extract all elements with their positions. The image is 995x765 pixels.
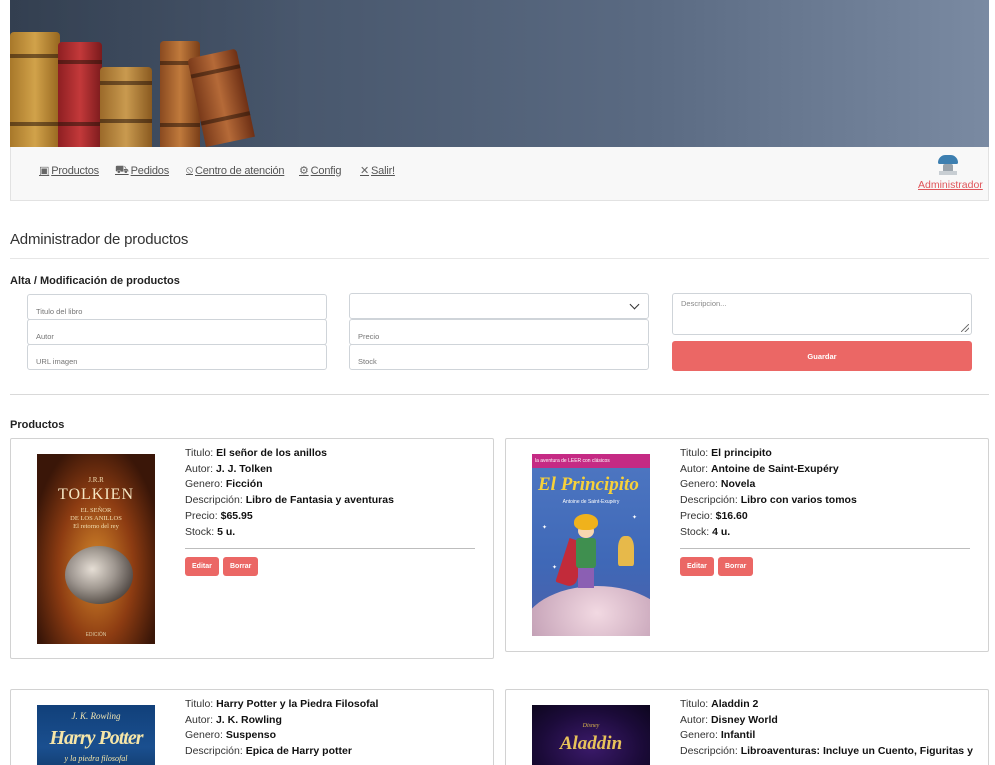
product-genre: Suspenso bbox=[225, 729, 277, 742]
product-cover-image: Disney Aladdin bbox=[532, 705, 650, 765]
card-divider bbox=[680, 548, 970, 549]
product-stock: 5 u. bbox=[217, 525, 236, 538]
resize-grip-icon[interactable] bbox=[961, 324, 969, 332]
page-title: Administrador de productos bbox=[10, 231, 189, 248]
genero-select[interactable] bbox=[349, 293, 649, 319]
titulo-input[interactable] bbox=[27, 294, 327, 320]
product-stock: 4 u. bbox=[712, 525, 731, 538]
product-cover-image: J.R.R TOLKIEN EL SEÑOR DE LOS ANILLOS El r… bbox=[37, 454, 155, 644]
book-icon: ▣ bbox=[39, 165, 50, 177]
product-cover-image: J. K. Rowling Harry Potter y la piedra f… bbox=[37, 705, 155, 765]
top-navbar: ▣ Productos ⛟ Pedidos ⦸ Centro de atenci… bbox=[10, 147, 989, 201]
product-card: J.R.R TOLKIEN EL SEÑOR DE LOS ANILLOS El r… bbox=[10, 438, 494, 659]
banner-book bbox=[100, 67, 152, 147]
cover-text: y la piedra filosofal bbox=[64, 754, 128, 763]
cover-text: Harry Potter bbox=[49, 727, 144, 749]
product-info: Titulo: El principito Autor: Antoine de … bbox=[680, 447, 857, 538]
product-description: Epica de Harry potter bbox=[245, 745, 352, 758]
descripcion-textarea[interactable]: Descripcion... bbox=[672, 293, 972, 335]
product-genre: Novela bbox=[720, 478, 756, 491]
product-title: El principito bbox=[711, 447, 772, 459]
product-card: J. K. Rowling Harry Potter y la piedra f… bbox=[10, 689, 494, 765]
nav-config[interactable]: ⚙ Config bbox=[299, 164, 342, 178]
cover-text: Aladdin bbox=[559, 733, 623, 754]
product-card: Disney Aladdin Titulo: Aladdin 2 Autor: … bbox=[505, 689, 989, 765]
form-title: Alta / Modificación de productos bbox=[10, 275, 180, 287]
product-author: J. K. Rowling bbox=[215, 713, 282, 726]
support-icon: ⦸ bbox=[186, 164, 193, 176]
product-author: Disney World bbox=[710, 713, 778, 726]
product-genre: Infantil bbox=[720, 729, 756, 742]
edit-button[interactable]: Editar bbox=[185, 557, 219, 576]
cover-text: J.R.R bbox=[88, 476, 104, 484]
autor-input[interactable] bbox=[27, 319, 327, 345]
url-imagen-input[interactable] bbox=[27, 344, 327, 370]
cover-text: TOLKIEN bbox=[57, 486, 135, 503]
cover-text: J. K. Rowling bbox=[71, 711, 121, 721]
card-divider bbox=[185, 548, 475, 549]
stock-input[interactable] bbox=[349, 344, 649, 370]
admin-avatar-icon bbox=[937, 155, 959, 175]
products-title: Productos bbox=[10, 419, 65, 431]
nav-centro-atencion[interactable]: ⦸ Centro de atención bbox=[186, 164, 285, 177]
product-info: Titulo: Aladdin 2 Autor: Disney World Ge… bbox=[680, 698, 973, 758]
divider bbox=[10, 258, 989, 259]
banner-book bbox=[58, 42, 102, 147]
product-info: Titulo: El señor de los anillos Autor: J… bbox=[185, 447, 394, 538]
product-title: Aladdin 2 bbox=[711, 698, 759, 710]
product-cover-image: la aventura de LEER con clásicos El Prin… bbox=[532, 454, 650, 636]
product-info: Titulo: Harry Potter y la Piedra Filosof… bbox=[185, 698, 379, 758]
edit-button[interactable]: Editar bbox=[680, 557, 714, 576]
delete-button[interactable]: Borrar bbox=[718, 557, 754, 576]
product-price: $16.60 bbox=[715, 509, 748, 522]
product-title: Harry Potter y la Piedra Filosofal bbox=[216, 698, 379, 710]
header-banner bbox=[10, 0, 989, 147]
delete-button[interactable]: Borrar bbox=[223, 557, 259, 576]
descripcion-placeholder: Descripcion... bbox=[681, 299, 727, 308]
product-price: $65.95 bbox=[220, 509, 253, 522]
product-genre: Ficción bbox=[225, 478, 263, 491]
divider bbox=[10, 394, 989, 395]
product-description: Libro de Fantasia y aventuras bbox=[245, 494, 394, 507]
chevron-down-icon bbox=[629, 299, 640, 310]
cover-text: Disney bbox=[582, 723, 600, 729]
nav-productos[interactable]: ▣ Productos bbox=[39, 164, 99, 178]
banner-book bbox=[10, 32, 60, 147]
gear-icon: ⚙ bbox=[299, 165, 309, 177]
cover-text: la aventura de LEER con clásicos bbox=[532, 454, 650, 468]
nav-salir-label: Salir! bbox=[371, 164, 395, 177]
cover-text: EL SEÑOR DE LOS ANILLOS El retorno del rey bbox=[70, 507, 122, 530]
product-description: Libroaventuras: Incluye un Cuento, Figur… bbox=[740, 745, 973, 758]
nav-salir[interactable]: ✕ Salir! bbox=[360, 164, 395, 178]
nav-config-label: Config bbox=[310, 164, 342, 177]
product-author: Antoine de Saint-Exupéry bbox=[710, 462, 839, 475]
nav-pedidos-label: Pedidos bbox=[130, 165, 170, 177]
nav-pedidos[interactable]: ⛟ Pedidos bbox=[115, 164, 169, 178]
guardar-button[interactable]: Guardar bbox=[672, 341, 972, 371]
cover-text: El Principito bbox=[538, 474, 639, 495]
cover-text: Antoine de Saint-Exupéry bbox=[562, 499, 620, 505]
product-card: la aventura de LEER con clásicos El Prin… bbox=[505, 438, 989, 652]
cover-text: EDICIÓN bbox=[85, 632, 107, 638]
nav-productos-label: Productos bbox=[51, 164, 99, 177]
user-menu[interactable]: Administrador bbox=[918, 155, 983, 191]
product-author: J. J. Tolken bbox=[215, 462, 273, 475]
admin-link[interactable]: Administrador bbox=[918, 179, 983, 191]
truck-icon: ⛟ bbox=[115, 164, 129, 176]
product-title: El señor de los anillos bbox=[216, 447, 328, 459]
nav-centro-atencion-label: Centro de atención bbox=[194, 164, 285, 177]
product-description: Libro con varios tomos bbox=[740, 494, 857, 507]
close-icon: ✕ bbox=[360, 165, 370, 177]
precio-input[interactable] bbox=[349, 319, 649, 345]
